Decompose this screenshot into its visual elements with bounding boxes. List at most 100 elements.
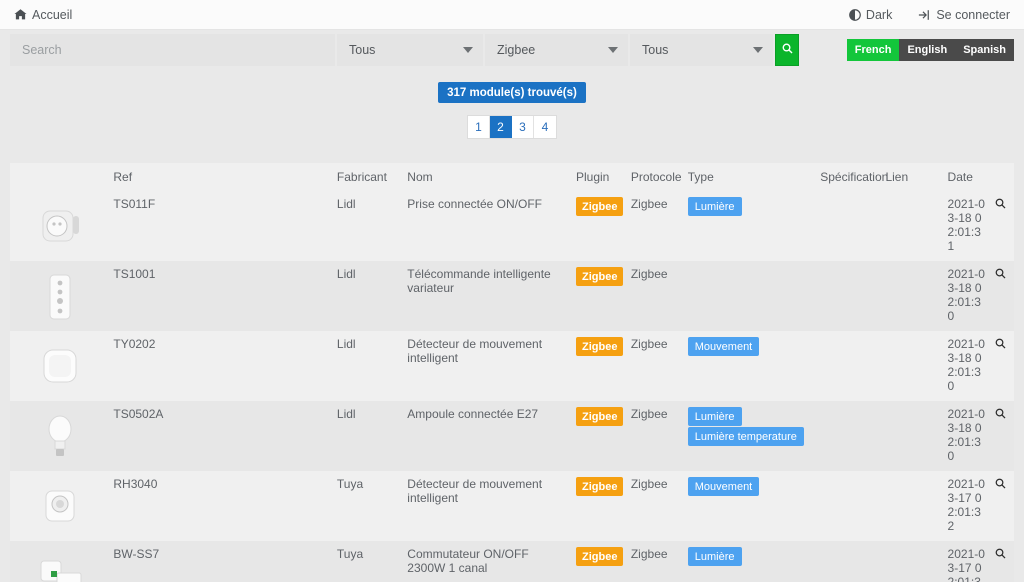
row-protocole: Zigbee [630,407,668,421]
search-icon [995,338,1006,352]
search-icon [782,43,793,57]
lang-label-french: French [854,44,892,56]
home-icon [14,8,27,21]
header-image [10,163,110,191]
chevron-down-icon [753,47,763,53]
row-ref: TS1001 [113,267,156,281]
lang-button-french[interactable]: French [846,39,900,61]
row-date: 2021-03-18 02:01:30 [947,267,985,323]
results-summary: 317 module(s) trouvé(s) 1 2 3 4 [0,82,1024,139]
manufacturer-select[interactable]: Tous [337,34,483,66]
row-specification [816,401,881,471]
table-row[interactable]: RH3040 Tuya Détecteur de mouvement intel… [10,471,1014,541]
row-lien [881,471,943,541]
row-nom: Détecteur de mouvement intelligent [407,477,543,505]
row-detail-button[interactable] [991,541,1014,582]
row-specification [816,541,881,582]
nav-home-label: Accueil [32,7,73,22]
row-detail-button[interactable] [991,331,1014,401]
row-plugin: Zigbee [572,401,627,471]
row-protocole: Zigbee [630,547,668,561]
row-detail-button[interactable] [991,191,1014,261]
table-row[interactable]: TY0202 Lidl Détecteur de mouvement intel… [10,331,1014,401]
table-row[interactable]: TS011F Lidl Prise connectée ON/OFF Zigbe… [10,191,1014,261]
plugin-badge: Zigbee [576,267,624,286]
row-plugin: Zigbee [572,261,627,331]
row-plugin: Zigbee [572,541,627,582]
motion-sensor-square-photo [14,477,105,535]
row-date: 2021-03-17 02:01:32 [947,477,985,533]
plugin-badge: Zigbee [576,477,624,496]
row-type: Mouvement [684,331,816,401]
lang-button-english[interactable]: English [899,39,956,61]
row-fabricant: Tuya [336,547,364,561]
row-plugin: Zigbee [572,191,627,261]
table-row[interactable]: TS1001 Lidl Télécommande intelligente va… [10,261,1014,331]
row-specification [816,261,881,331]
row-fabricant: Lidl [336,407,356,421]
row-ref: TS011F [113,197,156,211]
search-input[interactable] [10,34,335,66]
page-button-4[interactable]: 4 [534,116,556,138]
header-fabricant: Fabricant [332,163,404,191]
row-fabricant: Lidl [336,337,356,351]
header-date: Date [943,163,992,191]
lang-button-spanish[interactable]: Spanish [955,39,1014,61]
row-protocole: Zigbee [630,337,668,351]
type-badge: Lumière [687,547,742,566]
row-type: Lumière [684,191,816,261]
row-type: Mouvement [684,471,816,541]
row-lien [881,261,943,331]
pagination: 1 2 3 4 [467,115,557,139]
header-nom: Nom [403,163,572,191]
type-select[interactable]: Tous [630,34,773,66]
row-detail-button[interactable] [991,261,1014,331]
nav-home-link[interactable]: Accueil [14,8,72,22]
type-badge: Lumière [687,197,742,216]
row-lien [881,401,943,471]
sign-in-icon [918,9,931,21]
row-nom: Prise connectée ON/OFF [407,197,543,211]
row-protocole: Zigbee [630,197,668,211]
row-date: 2021-03-18 02:01:30 [947,337,985,393]
row-type [684,261,816,331]
header-protocole: Protocole [626,163,684,191]
row-lien [881,541,943,582]
header-action [991,163,1014,191]
row-detail-button[interactable] [991,471,1014,541]
header-lien: Lien [881,163,944,191]
motion-sensor-photo [14,337,105,395]
page-button-2[interactable]: 2 [490,116,512,138]
table-row[interactable]: BW-SS7 Tuya Commutateur ON/OFF 2300W 1 c… [10,541,1014,582]
dark-mode-toggle[interactable]: Dark [849,8,892,22]
row-image-cell [10,261,109,331]
row-date: 2021-03-17 02:01:32 [947,547,985,582]
row-image-cell [10,191,109,261]
login-link[interactable]: Se connecter [918,8,1010,22]
page-button-3[interactable]: 3 [512,116,534,138]
light-bulb-photo [14,407,105,465]
protocol-select[interactable]: Zigbee [485,34,628,66]
row-protocole: Zigbee [630,477,668,491]
dark-mode-label: Dark [865,7,893,22]
table-body: TS011F Lidl Prise connectée ON/OFF Zigbe… [10,191,1014,582]
search-submit-button[interactable] [775,34,799,66]
language-switcher: French English Spanish [846,39,1014,61]
row-ref: TS0502A [113,407,164,421]
row-lien [881,331,943,401]
navbar-right: Dark Se connecter [849,8,1010,22]
plugin-badge: Zigbee [576,407,624,426]
plugin-badge: Zigbee [576,337,624,356]
smart-plug-photo [14,197,105,255]
type-badge: Lumière temperature [687,427,804,446]
row-detail-button[interactable] [991,401,1014,471]
modules-table-container: Ref Fabricant Nom Plugin Protocole Type … [10,163,1014,582]
protocol-select-value: Zigbee [497,43,536,57]
page-button-1[interactable]: 1 [468,116,490,138]
plugin-badge: Zigbee [576,197,624,216]
login-label: Se connecter [936,7,1010,22]
lang-label-english: English [907,44,948,56]
row-plugin: Zigbee [572,331,627,401]
table-row[interactable]: TS0502A Lidl Ampoule connectée E27 Zigbe… [10,401,1014,471]
row-specification [816,331,881,401]
